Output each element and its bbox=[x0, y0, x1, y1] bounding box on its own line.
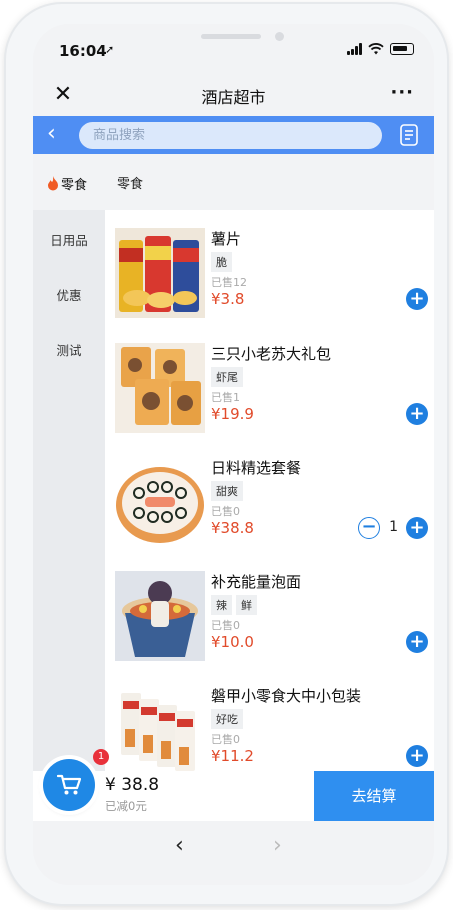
product-sold: 已售1 bbox=[211, 391, 240, 404]
category-label-active: 零食 bbox=[61, 178, 88, 193]
category-item-discount[interactable]: 优惠 bbox=[33, 265, 105, 320]
cart-icon bbox=[57, 774, 81, 795]
product-list: 薯片 脆 已售12 ¥3.8 + 三只小老苏大礼包 虾尾 已售1 ¥19.9 +… bbox=[105, 210, 434, 775]
product-image bbox=[115, 343, 205, 433]
product-item[interactable]: 磐甲小零食大中小包装 好吃 已售0 ¥11.2 + bbox=[105, 685, 434, 775]
category-header: 零食 零食 bbox=[33, 154, 434, 210]
product-item[interactable]: 补充能量泡面 辣 鲜 已售0 ¥10.0 + bbox=[105, 571, 434, 685]
status-icons bbox=[347, 43, 414, 55]
category-item-test[interactable]: 测试 bbox=[33, 320, 105, 375]
back-icon[interactable]: ‹ bbox=[47, 123, 67, 147]
product-sold: 已售12 bbox=[211, 276, 247, 289]
page-title: 酒店超市 bbox=[201, 88, 266, 107]
add-button[interactable]: + bbox=[406, 288, 428, 310]
battery-icon bbox=[390, 43, 414, 55]
product-tag: 脆 bbox=[211, 252, 232, 272]
product-name: 补充能量泡面 bbox=[211, 573, 302, 591]
fire-icon bbox=[48, 176, 58, 191]
product-tag: 好吃 bbox=[211, 709, 243, 729]
product-name: 日料精选套餐 bbox=[211, 459, 302, 477]
checkout-button[interactable]: 去结算 bbox=[314, 771, 434, 821]
quantity: 1 bbox=[389, 519, 398, 535]
product-price: ¥3.8 bbox=[211, 290, 245, 308]
product-image bbox=[115, 228, 205, 318]
product-tags: 脆 bbox=[211, 252, 232, 272]
status-time: 16:04 bbox=[59, 42, 107, 60]
cart-count-badge: 1 bbox=[93, 749, 109, 765]
product-price: ¥11.2 bbox=[211, 747, 254, 765]
product-item[interactable]: 薯片 脆 已售12 ¥3.8 + bbox=[105, 228, 434, 342]
speaker bbox=[201, 34, 261, 39]
cart-discount: 已减0元 bbox=[105, 799, 147, 813]
cart-button[interactable]: 1 bbox=[43, 749, 109, 811]
product-image bbox=[115, 457, 205, 547]
product-name: 磐甲小零食大中小包装 bbox=[211, 687, 362, 705]
cart-bar: 1 ¥ 38.8 已减0元 去结算 bbox=[33, 749, 434, 821]
search-input[interactable] bbox=[79, 122, 382, 149]
product-tags: 虾尾 bbox=[211, 367, 243, 387]
wifi-icon bbox=[368, 43, 384, 55]
phone-frame: 16:04 ➚ ✕ 酒店超市 ··· ‹ 商品搜索 零食 零食 日用品 优惠 测… bbox=[6, 4, 447, 904]
product-tag: 鲜 bbox=[236, 595, 257, 615]
search-bar: ‹ bbox=[33, 116, 434, 154]
category-sidebar: 日用品 优惠 测试 bbox=[33, 210, 105, 775]
product-price: ¥38.8 bbox=[211, 519, 254, 537]
signal-icon bbox=[347, 43, 362, 55]
status-bar: 16:04 ➚ bbox=[33, 24, 434, 76]
screen: 16:04 ➚ ✕ 酒店超市 ··· ‹ 商品搜索 零食 零食 日用品 优惠 测… bbox=[33, 24, 434, 885]
product-item[interactable]: 日料精选套餐 甜爽 已售0 ¥38.8 − 1 + bbox=[105, 457, 434, 571]
location-icon: ➚ bbox=[105, 43, 115, 56]
browser-nav: ‹ › bbox=[33, 821, 434, 885]
product-sold: 已售0 bbox=[211, 505, 240, 518]
product-name: 三只小老苏大礼包 bbox=[211, 345, 332, 363]
camera bbox=[275, 32, 284, 41]
product-tag: 甜爽 bbox=[211, 481, 243, 501]
product-name: 薯片 bbox=[211, 230, 242, 248]
order-list-icon[interactable] bbox=[400, 124, 418, 146]
product-tag: 辣 bbox=[211, 595, 232, 615]
product-tags: 甜爽 bbox=[211, 481, 243, 501]
product-tag: 虾尾 bbox=[211, 367, 243, 387]
product-image bbox=[115, 571, 205, 661]
forward-arrow-icon[interactable]: › bbox=[273, 833, 282, 858]
cart-total: ¥ 38.8 bbox=[105, 775, 160, 795]
nav-bar: ✕ 酒店超市 ··· bbox=[33, 76, 434, 116]
product-price: ¥19.9 bbox=[211, 405, 254, 423]
product-sold: 已售0 bbox=[211, 733, 240, 746]
product-item[interactable]: 三只小老苏大礼包 虾尾 已售1 ¥19.9 + bbox=[105, 343, 434, 457]
category-item-snacks[interactable]: 零食 bbox=[47, 174, 87, 193]
section-title: 零食 bbox=[117, 177, 144, 192]
add-button[interactable]: + bbox=[406, 517, 428, 539]
more-icon[interactable]: ··· bbox=[390, 82, 414, 103]
product-sold: 已售0 bbox=[211, 619, 240, 632]
category-item-daily[interactable]: 日用品 bbox=[33, 210, 105, 265]
product-tags: 好吃 bbox=[211, 709, 243, 729]
back-arrow-icon[interactable]: ‹ bbox=[175, 833, 184, 858]
add-button[interactable]: + bbox=[406, 745, 428, 767]
add-button[interactable]: + bbox=[406, 403, 428, 425]
product-tags: 辣 鲜 bbox=[211, 595, 257, 615]
product-price: ¥10.0 bbox=[211, 633, 254, 651]
add-button[interactable]: + bbox=[406, 631, 428, 653]
product-image bbox=[115, 685, 205, 775]
minus-button[interactable]: − bbox=[358, 517, 380, 539]
